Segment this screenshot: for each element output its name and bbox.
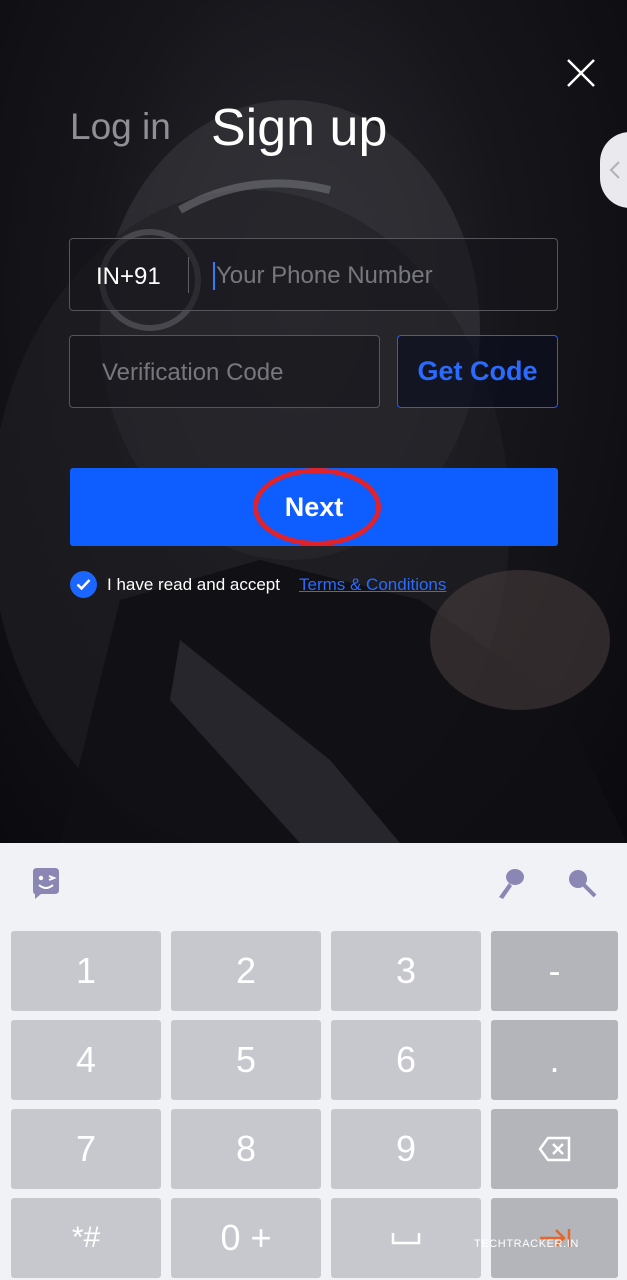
get-code-button[interactable]: Get Code [397, 335, 558, 408]
key-backspace[interactable] [491, 1109, 618, 1189]
terms-checkbox[interactable] [70, 571, 97, 598]
text-caret [213, 262, 215, 290]
signup-screen: Log in Sign up IN+91 Get Code Next I hav… [0, 0, 627, 843]
terms-text: I have read and accept [107, 575, 280, 594]
country-code-selector[interactable]: IN+91 [96, 263, 161, 291]
close-button[interactable] [562, 54, 600, 92]
side-drawer-handle[interactable] [600, 132, 627, 208]
key-1[interactable]: 1 [11, 931, 161, 1011]
verification-code-input[interactable] [102, 354, 362, 392]
backspace-icon [537, 1136, 570, 1162]
phone-divider [188, 257, 189, 293]
key-period[interactable]: . [491, 1020, 618, 1100]
terms-conditions-link[interactable]: Terms & Conditions [299, 575, 446, 595]
key-4[interactable]: 4 [11, 1020, 161, 1100]
key-8[interactable]: 8 [171, 1109, 321, 1189]
watermark: TECHTRACKER.IN [474, 1238, 579, 1250]
key-6[interactable]: 6 [331, 1020, 481, 1100]
space-icon [391, 1233, 421, 1245]
key-5[interactable]: 5 [171, 1020, 321, 1100]
key-7[interactable]: 7 [11, 1109, 161, 1189]
key-star-hash[interactable]: *# [11, 1198, 161, 1278]
key-0-plus[interactable]: 0 + [171, 1198, 321, 1278]
microphone-icon[interactable] [496, 867, 526, 906]
key-minus[interactable]: - [491, 931, 618, 1011]
key-9[interactable]: 9 [331, 1109, 481, 1189]
phone-field: IN+91 [69, 238, 558, 311]
tab-signup[interactable]: Sign up [211, 98, 387, 158]
check-icon [76, 579, 91, 591]
tab-login[interactable]: Log in [70, 106, 171, 148]
emoji-icon[interactable] [29, 866, 63, 905]
search-icon[interactable] [566, 867, 598, 904]
verification-code-field [69, 335, 380, 408]
phone-number-input[interactable] [216, 257, 546, 295]
key-3[interactable]: 3 [331, 931, 481, 1011]
close-icon [567, 59, 595, 87]
key-2[interactable]: 2 [171, 931, 321, 1011]
numeric-keyboard: 1 2 3 - 4 5 6 . 7 8 9 *# 0 + [0, 843, 627, 1280]
chevron-left-icon [609, 161, 620, 179]
key-space[interactable] [331, 1198, 481, 1278]
highlight-circle [253, 468, 381, 546]
